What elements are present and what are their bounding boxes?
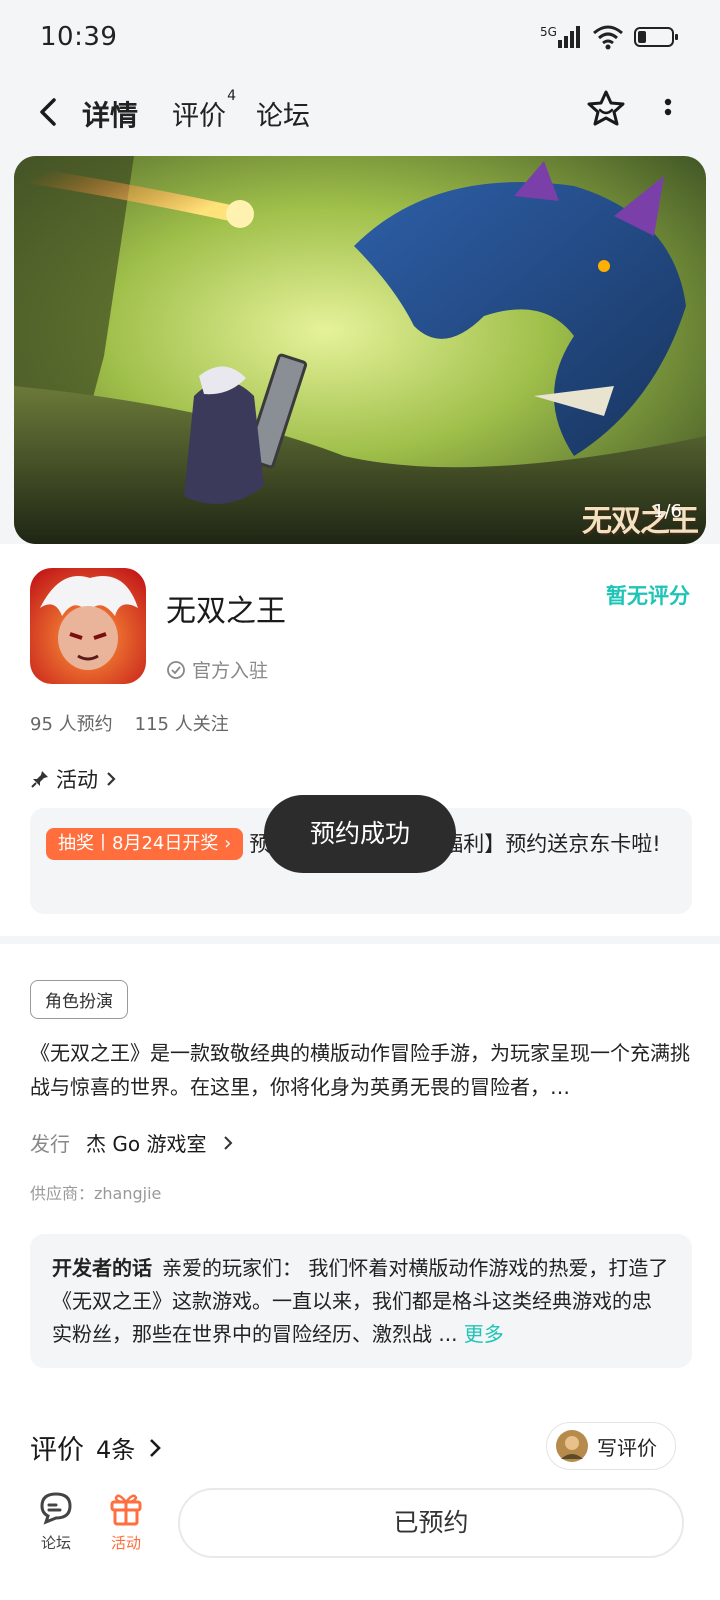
bottom-activity-button[interactable]: 活动: [94, 1488, 158, 1553]
chevron-right-icon: [224, 1135, 233, 1150]
tab-forum-label: 论坛: [256, 101, 310, 132]
follower-count: 115 人关注: [134, 714, 229, 735]
publisher-row[interactable]: 发行 杰 Go 游戏室: [30, 1128, 234, 1157]
official-label: 官方入驻: [192, 660, 269, 682]
bottom-forum-label: 论坛: [40, 1534, 71, 1552]
verified-check-icon: [167, 660, 185, 679]
bottom-action-bar: 论坛 活动 已预约: [0, 1480, 720, 1600]
activity-heading: 活动: [56, 768, 98, 792]
network-label: 5G: [540, 25, 557, 39]
app-icon-artwork: [30, 568, 146, 684]
lottery-badge-label: 抽奖丨8月24日开奖: [58, 833, 219, 854]
activity-header[interactable]: 活动: [30, 764, 118, 794]
bottom-forum-button[interactable]: 论坛: [24, 1488, 88, 1553]
tab-review[interactable]: 评价 4: [172, 88, 236, 133]
user-avatar: [556, 1430, 588, 1462]
tab-forum[interactable]: 论坛: [256, 94, 310, 133]
supplier-info: 供应商：zhangjie: [30, 1184, 162, 1203]
status-bar: 10:39 5G: [0, 0, 720, 80]
reserved-button[interactable]: 已预约: [178, 1488, 684, 1558]
game-stats: 95 人预约 115 人关注: [30, 710, 229, 736]
wifi-icon: [593, 25, 623, 50]
tab-detail-label: 详情: [82, 99, 139, 132]
write-review-button[interactable]: 写评价: [546, 1422, 676, 1470]
more-options-icon[interactable]: [656, 92, 680, 132]
reservation-success-toast: 预约成功: [264, 795, 456, 873]
reviews-count: 4条: [96, 1436, 136, 1464]
tab-detail[interactable]: 详情: [80, 94, 141, 136]
favorite-star-icon[interactable]: [584, 88, 628, 132]
pin-icon: [31, 771, 48, 788]
battery-icon: [634, 27, 678, 47]
game-title: 无双之王: [166, 594, 286, 629]
forum-chat-icon: [40, 1492, 72, 1525]
back-arrow-icon[interactable]: [30, 92, 70, 132]
tab-review-label: 评价: [172, 101, 226, 132]
lottery-badge: 抽奖丨8月24日开奖 ›: [46, 828, 244, 860]
reviews-title: 评价: [30, 1435, 84, 1466]
game-banner-carousel[interactable]: 无双之王 1/6: [14, 156, 706, 544]
publisher-name: 杰 Go 游戏室: [86, 1132, 207, 1156]
game-description[interactable]: 《无双之王》是一款致敬经典的横版动作冒险手游，为玩家呈现一个充满挑战与惊喜的世界…: [30, 1036, 692, 1104]
chevron-right-icon: [107, 772, 116, 786]
developer-note-title: 开发者的话: [52, 1256, 152, 1280]
reviews-header[interactable]: 评价 4条: [30, 1428, 163, 1467]
banner-page-counter: 1/6: [653, 501, 682, 522]
signal-icon: 5G: [540, 25, 580, 48]
app-icon: [30, 568, 146, 684]
banner-artwork: [14, 156, 706, 544]
official-badge: 官方入驻: [166, 656, 268, 683]
developer-note-more-link[interactable]: 更多: [464, 1322, 504, 1346]
rating-status: 暂无评分: [606, 584, 690, 608]
activity-text-suffix: 福利】预约送京东卡啦!: [442, 832, 661, 856]
developer-note-card[interactable]: 开发者的话 亲爱的玩家们： 我们怀着对横版动作游戏的热爱，打造了《无双之王》这款游…: [30, 1234, 692, 1368]
write-review-label: 写评价: [597, 1435, 657, 1460]
genre-tag[interactable]: 角色扮演: [30, 980, 128, 1019]
tab-review-badge: 4: [227, 88, 236, 104]
reservation-count: 95 人预约: [30, 714, 113, 735]
status-icons: 5G: [540, 24, 680, 50]
status-time: 10:39: [40, 22, 118, 52]
gift-icon: [110, 1494, 142, 1526]
chevron-right-icon: [150, 1438, 162, 1457]
bottom-activity-label: 活动: [110, 1534, 141, 1552]
game-info-section: 无双之王 官方入驻 暂无评分 95 人预约 115 人关注 活动 抽奖丨8月24…: [0, 544, 720, 936]
publisher-label: 发行: [30, 1132, 70, 1156]
top-nav: 详情 评价 4 论坛: [0, 80, 720, 152]
